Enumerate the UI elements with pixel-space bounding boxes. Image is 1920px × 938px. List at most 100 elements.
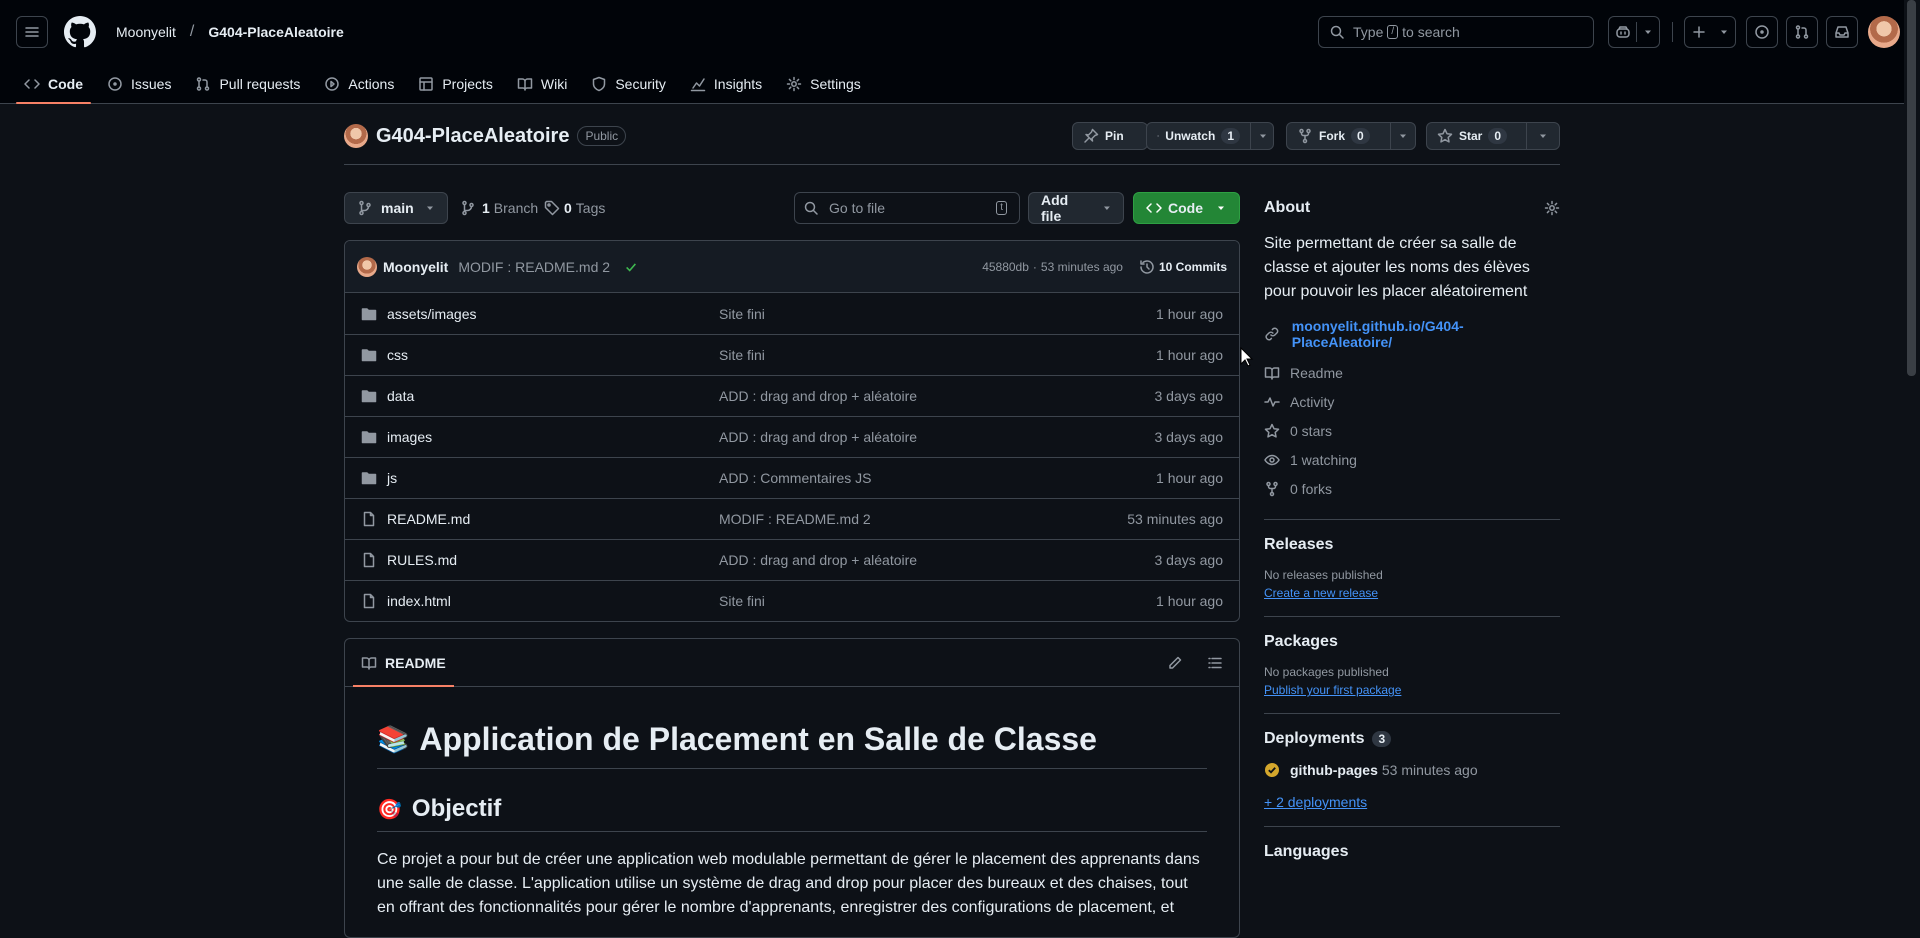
file-commit-message[interactable]: Site fini [719,306,765,322]
code-button[interactable]: Code [1133,192,1240,224]
copilot-button-group[interactable] [1608,16,1660,48]
readme-link[interactable]: Readme [1264,358,1560,387]
tab-security[interactable]: Security [583,64,674,104]
tab-label: Projects [442,76,493,92]
stars-link[interactable]: 0 stars [1264,416,1560,445]
pencil-icon[interactable] [1167,655,1183,671]
branch-selector[interactable]: main [344,192,448,224]
file-name[interactable]: data [387,388,414,404]
file-name[interactable]: css [387,347,408,363]
commits-link[interactable]: 10 Commits [1139,259,1227,275]
mouse-cursor-icon [1240,347,1254,367]
repo-title[interactable]: G404-PlaceAleatoire [376,125,569,148]
file-row[interactable]: RULES.md ADD : drag and drop + aléatoire… [345,539,1239,580]
create-release-link[interactable]: Create a new release [1264,586,1560,600]
deployments-title[interactable]: Deployments [1264,730,1364,748]
tab-pull-requests[interactable]: Pull requests [187,64,308,104]
watching-link[interactable]: 1 watching [1264,445,1560,474]
activity-link[interactable]: Activity [1264,387,1560,416]
file-row[interactable]: assets/images Site fini 1 hour ago [345,293,1239,334]
chevron-down-icon[interactable] [1391,123,1415,149]
commit-hash[interactable]: 45880db [982,260,1029,274]
create-new-button[interactable] [1684,16,1736,48]
file-name[interactable]: RULES.md [387,552,457,568]
file-row[interactable]: data ADD : drag and drop + aléatoire 3 d… [345,375,1239,416]
chevron-down-icon[interactable] [1713,17,1735,47]
search-input[interactable]: Type / to search [1318,16,1594,48]
issues-button[interactable] [1746,16,1778,48]
star-button[interactable]: Star 0 [1426,122,1560,150]
plus-icon[interactable] [1685,17,1713,47]
author-avatar[interactable] [357,256,377,277]
branches-link[interactable]: 1 Branch [460,192,538,224]
file-commit-message[interactable]: ADD : drag and drop + aléatoire [719,429,917,445]
github-logo-icon[interactable] [64,16,96,48]
chevron-down-icon [426,206,433,210]
publish-package-link[interactable]: Publish your first package [1264,683,1560,697]
owner-avatar[interactable] [344,124,368,148]
chevron-down-icon[interactable] [1637,17,1659,47]
menu-button[interactable] [16,16,48,48]
tab-projects[interactable]: Projects [410,64,501,104]
pull-requests-button[interactable] [1786,16,1818,48]
homepage-url: moonyelit.github.io/G404-PlaceAleatoire/ [1291,318,1464,350]
file-row[interactable]: README.md MODIF : README.md 2 53 minutes… [345,498,1239,539]
readme-heading-2: 🎯 Objectif [377,769,1207,832]
scrollbar-thumb[interactable] [1907,0,1916,376]
unwatch-button[interactable]: Unwatch 1 [1146,122,1274,150]
file-commit-message[interactable]: ADD : drag and drop + aléatoire [719,552,917,568]
file-row[interactable]: images ADD : drag and drop + aléatoire 3… [345,416,1239,457]
issue-icon [1755,25,1769,39]
star-label: Star [1459,129,1483,143]
gear-icon[interactable] [1544,200,1560,216]
pin-button[interactable]: Pin [1072,122,1148,150]
file-row[interactable]: index.html Site fini 1 hour ago [345,580,1239,621]
breadcrumb-owner[interactable]: Moonyelit [116,24,176,40]
copilot-icon[interactable] [1609,17,1636,47]
tab-issues[interactable]: Issues [99,64,179,104]
forks-link[interactable]: 0 forks [1264,474,1560,503]
file-commit-message[interactable]: Site fini [719,347,765,363]
deployment-item[interactable]: github-pages 53 minutes ago [1264,762,1560,778]
languages-title: Languages [1264,843,1349,860]
breadcrumb-repo[interactable]: G404-PlaceAleatoire [208,24,343,40]
file-commit-message[interactable]: MODIF : README.md 2 [719,511,871,527]
chevron-down-icon[interactable] [1251,123,1275,149]
tab-label: Pull requests [219,76,301,92]
tab-insights[interactable]: Insights [682,64,770,104]
file-name[interactable]: README.md [387,511,470,527]
deployment-env[interactable]: github-pages [1290,762,1378,778]
homepage-link[interactable]: moonyelit.github.io/G404-PlaceAleatoire/ [1264,318,1560,350]
releases-title[interactable]: Releases [1264,536,1560,554]
inbox-button[interactable] [1826,16,1858,48]
file-name[interactable]: images [387,429,432,445]
tags-link[interactable]: 0 Tags [544,192,605,224]
commit-author[interactable]: Moonyelit [383,259,448,275]
outline-icon[interactable] [1207,655,1223,671]
chevron-down-icon [1218,206,1224,210]
file-name[interactable]: js [387,470,397,486]
file-row[interactable]: js ADD : Commentaires JS 1 hour ago [345,457,1239,498]
file-commit-message[interactable]: Site fini [719,593,765,609]
tab-code[interactable]: Code [16,64,91,104]
packages-title[interactable]: Packages [1264,633,1560,651]
check-icon[interactable] [624,260,638,274]
tab-actions[interactable]: Actions [316,64,402,104]
more-deployments-link[interactable]: + 2 deployments [1264,794,1560,810]
file-commit-message[interactable]: ADD : Commentaires JS [719,470,871,486]
file-name[interactable]: assets/images [387,306,476,322]
go-to-file-input[interactable]: Go to file t [794,192,1020,224]
search-placeholder-suffix: to search [1402,24,1460,40]
fork-button[interactable]: Fork 0 [1286,122,1416,150]
file-commit-message[interactable]: ADD : drag and drop + aléatoire [719,388,917,404]
tab-readme[interactable]: README [353,639,454,687]
tab-settings[interactable]: Settings [778,64,869,104]
user-avatar[interactable] [1868,16,1900,48]
tab-wiki[interactable]: Wiki [509,64,575,104]
file-name[interactable]: index.html [387,593,451,609]
code-icon [24,79,40,89]
commit-message[interactable]: MODIF : README.md 2 [458,259,610,275]
chevron-down-icon[interactable] [1527,123,1559,149]
add-file-button[interactable]: Add file [1028,192,1124,224]
file-row[interactable]: css Site fini 1 hour ago [345,334,1239,375]
